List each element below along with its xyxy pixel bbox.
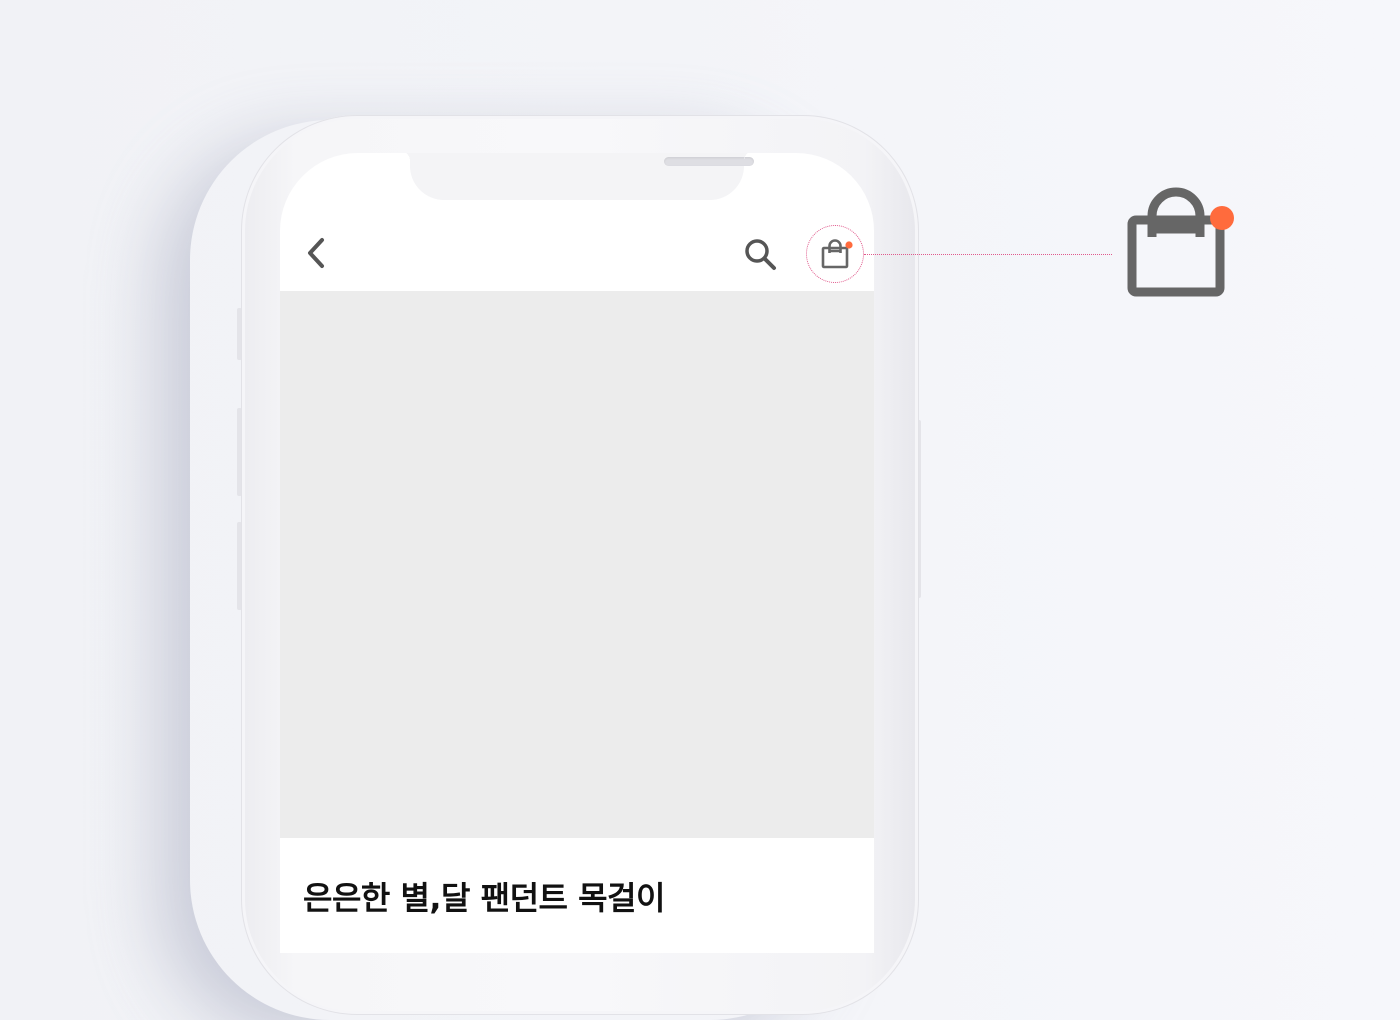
shopping-bag-icon — [821, 239, 853, 269]
product-title: 은은한 별,달 팬던트 목걸이 — [303, 879, 665, 917]
enlarged-cart-icon — [1118, 180, 1242, 306]
app-header — [280, 223, 874, 291]
search-icon — [745, 239, 776, 270]
product-image — [280, 291, 874, 838]
phone-screen: 은은한 별,달 팬던트 목걸이 — [280, 153, 874, 953]
cart-badge — [1210, 206, 1234, 230]
search-button[interactable] — [740, 234, 780, 274]
phone-notch — [400, 153, 754, 200]
cart-badge — [845, 241, 853, 249]
chevron-left-icon — [308, 238, 324, 268]
speaker-grille — [664, 157, 754, 166]
cart-button[interactable] — [815, 234, 855, 274]
back-button[interactable] — [300, 233, 334, 273]
shopping-bag-icon — [1127, 187, 1234, 297]
